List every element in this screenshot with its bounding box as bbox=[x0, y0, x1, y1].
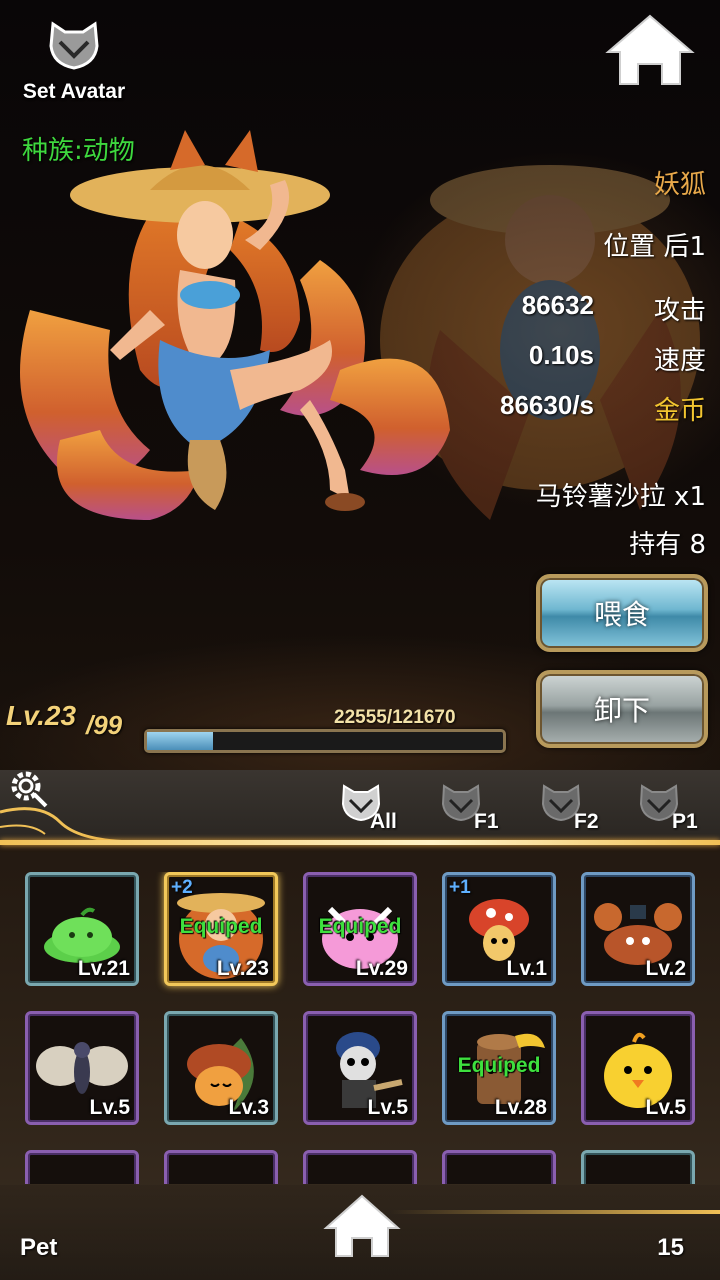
pet-card[interactable]: Lv.21 bbox=[25, 872, 139, 986]
attack-value: 86632 bbox=[521, 290, 594, 320]
exp-text: 22555/121670 bbox=[334, 707, 456, 728]
filter-tab-label: All bbox=[370, 810, 397, 833]
pet-card[interactable]: Equiped Lv.29 bbox=[303, 872, 417, 986]
pet-card[interactable] bbox=[442, 1150, 556, 1184]
pet-card[interactable]: +2 Equiped Lv.23 bbox=[164, 872, 278, 986]
pet-level: Lv.5 bbox=[89, 1096, 130, 1119]
filter-divider bbox=[0, 840, 720, 845]
pet-card[interactable]: Lv.5 bbox=[303, 1011, 417, 1125]
exp-bar-fill bbox=[147, 732, 213, 750]
pet-tab-label[interactable]: Pet bbox=[20, 1234, 57, 1262]
hidden bbox=[310, 1157, 410, 1184]
pet-card[interactable] bbox=[25, 1150, 139, 1184]
pet-card[interactable] bbox=[303, 1150, 417, 1184]
fox-girl-art bbox=[20, 130, 450, 520]
feed-button[interactable]: 喂食 bbox=[536, 574, 708, 652]
level-max: /99 bbox=[86, 710, 123, 740]
filter-tab-f2[interactable]: F2 bbox=[540, 780, 610, 836]
equipped-label: Equiped bbox=[457, 1054, 541, 1077]
pet-count: 15 bbox=[657, 1234, 684, 1261]
pet-level: Lv.3 bbox=[228, 1096, 269, 1119]
home-button[interactable] bbox=[604, 12, 696, 88]
pet-level: Lv.23 bbox=[216, 957, 269, 980]
avatar-wolf-icon[interactable] bbox=[47, 20, 101, 70]
filter-tab-label: F1 bbox=[474, 810, 499, 833]
filter-tab-all[interactable]: All bbox=[340, 780, 410, 836]
pet-card[interactable]: Lv.3 bbox=[164, 1011, 278, 1125]
filter-tab-f1[interactable]: F1 bbox=[440, 780, 510, 836]
pet-level: Lv.1 bbox=[506, 957, 547, 980]
pet-card[interactable]: Lv.2 bbox=[581, 872, 695, 986]
filter-tab-p1[interactable]: P1 bbox=[638, 780, 708, 836]
filter-tab-label: F2 bbox=[574, 810, 599, 833]
pet-level: Lv.5 bbox=[367, 1096, 408, 1119]
pet-card[interactable] bbox=[164, 1150, 278, 1184]
pet-grid: Lv.21 +2 Equiped Lv.23 Equiped Lv.29 +1 Lv.1 Lv.… bbox=[25, 872, 705, 1184]
set-avatar-label[interactable]: Set Avatar bbox=[0, 80, 148, 104]
equipped-label: Equiped bbox=[318, 915, 402, 938]
pet-card[interactable]: Lv.5 bbox=[581, 1011, 695, 1125]
pet-level: Lv.5 bbox=[645, 1096, 686, 1119]
pet-level: Lv.29 bbox=[355, 957, 408, 980]
hidden bbox=[171, 1157, 271, 1184]
enhance-badge: +2 bbox=[171, 877, 193, 898]
level-current: Lv.23 bbox=[6, 700, 77, 731]
bottom-divider bbox=[390, 1210, 720, 1214]
gear-icon[interactable] bbox=[6, 766, 52, 812]
filter-tab-label: P1 bbox=[672, 810, 698, 833]
exp-bar bbox=[144, 729, 506, 753]
speed-value: 0.10s bbox=[528, 340, 594, 370]
pet-card[interactable]: +1 Lv.1 bbox=[442, 872, 556, 986]
unload-button[interactable]: 卸下 bbox=[536, 670, 708, 748]
pet-screen: Set Avatar 种族:动物 妖狐 位置 后1 86632 攻击 0.10s… bbox=[0, 0, 720, 1280]
race-label: 种族:动物 bbox=[22, 136, 135, 166]
hidden bbox=[32, 1157, 132, 1184]
owned-count: 持有 8 bbox=[629, 530, 706, 560]
attack-label: 攻击 bbox=[653, 296, 706, 326]
hidden bbox=[588, 1157, 688, 1184]
pet-card[interactable]: Lv.5 bbox=[25, 1011, 139, 1125]
food-item: 马铃薯沙拉 x1 bbox=[535, 482, 706, 512]
pet-name: 妖狐 bbox=[653, 170, 706, 200]
enhance-badge: +1 bbox=[449, 877, 471, 898]
hidden bbox=[449, 1157, 549, 1184]
pet-level: Lv.21 bbox=[77, 957, 130, 980]
home-icon[interactable] bbox=[322, 1192, 402, 1260]
pet-level: Lv.2 bbox=[645, 957, 686, 980]
equipped-label: Equiped bbox=[179, 915, 263, 938]
position-label: 位置 后1 bbox=[603, 232, 706, 262]
speed-label: 速度 bbox=[653, 346, 706, 376]
pet-card[interactable] bbox=[581, 1150, 695, 1184]
pet-card[interactable]: Equiped Lv.28 bbox=[442, 1011, 556, 1125]
gold-value: 86630/s bbox=[500, 390, 594, 420]
gold-label: 金币 bbox=[653, 396, 706, 426]
pet-level: Lv.28 bbox=[494, 1096, 547, 1119]
